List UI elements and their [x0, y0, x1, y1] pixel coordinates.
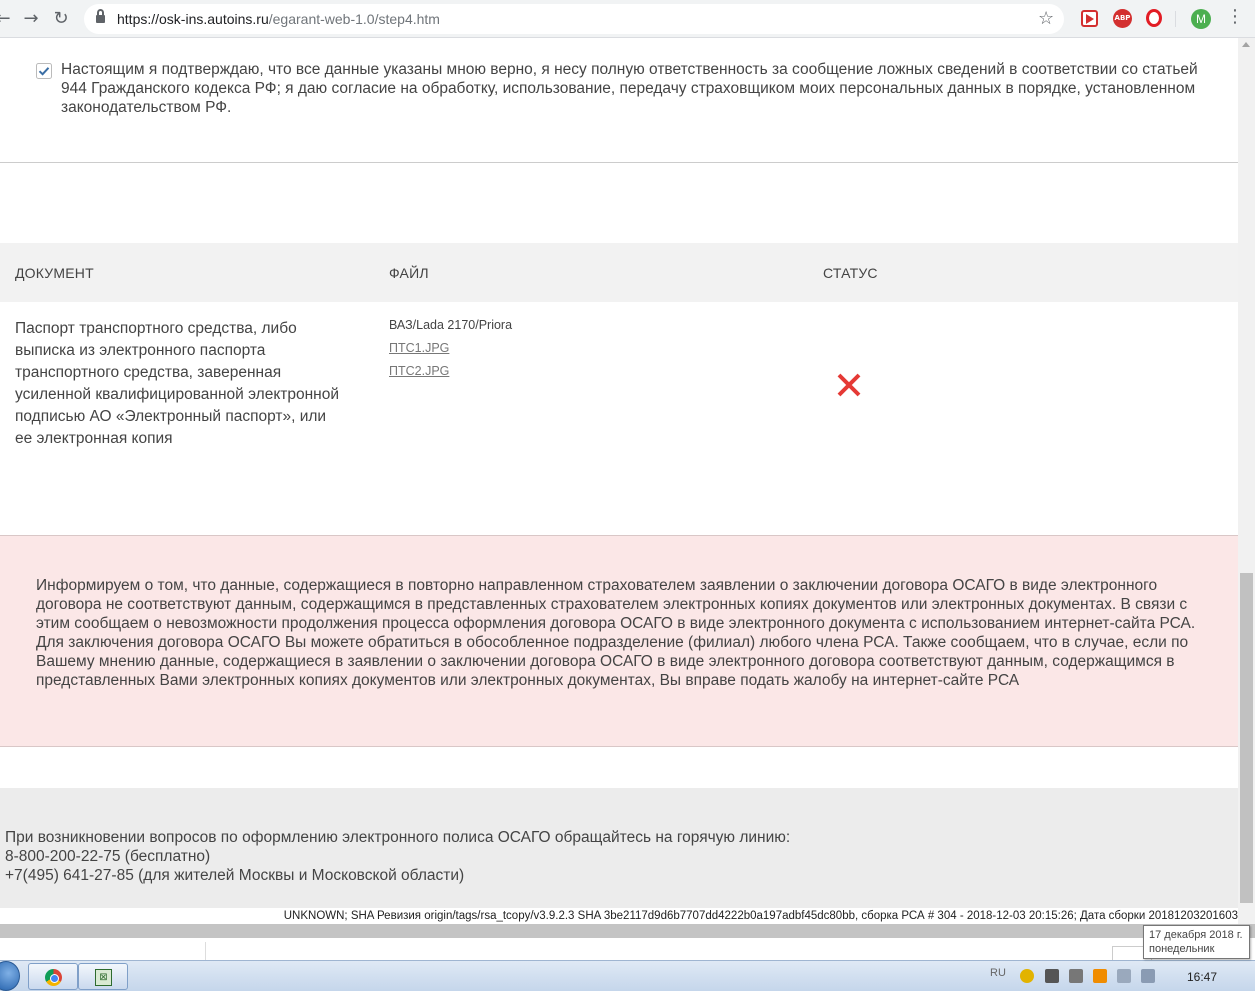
- scroll-thumb[interactable]: [1240, 573, 1253, 903]
- file-cell: ВАЗ/Lada 2170/Priora ПТС1.JPG ПТС2.JPG: [389, 318, 512, 387]
- footer: При возникновении вопросов по оформлению…: [0, 788, 1238, 908]
- file-link-2[interactable]: ПТС2.JPG: [389, 364, 512, 387]
- header-file: ФАЙЛ: [389, 265, 429, 281]
- url-text: https://osk-ins.autoins.ru/egarant-web-1…: [117, 11, 440, 27]
- tooltip-date: 17 декабря 2018 г.: [1149, 929, 1243, 941]
- consent-text: Настоящим я подтверждаю, что все данные …: [61, 61, 1198, 116]
- status-error-icon: [835, 371, 863, 399]
- date-tooltip: 17 декабря 2018 г. понедельник: [1143, 925, 1250, 959]
- vertical-scrollbar[interactable]: [1238, 38, 1255, 924]
- taskbar: ⊠ RU 16:47: [0, 960, 1255, 991]
- bookmark-star-icon[interactable]: ☆: [1038, 8, 1054, 29]
- volume-icon[interactable]: [1117, 969, 1131, 983]
- chrome-icon: [45, 969, 62, 986]
- header-status: СТАТУС: [823, 265, 878, 281]
- hotline-intro: При возникновении вопросов по оформлению…: [5, 829, 791, 846]
- spreadsheet-app-icon: ⊠: [95, 969, 112, 986]
- address-bar[interactable]: https://osk-ins.autoins.ru/egarant-web-1…: [84, 4, 1064, 34]
- build-info: UNKNOWN; SHA Ревизия origin/tags/rsa_tco…: [0, 908, 1238, 924]
- footer-text: При возникновении вопросов по оформлению…: [5, 828, 790, 885]
- alert-text: Информируем о том, что данные, содержащи…: [36, 577, 1196, 689]
- language-indicator[interactable]: RU: [990, 967, 1006, 979]
- document-cell: Паспорт транспортного средства, либо вып…: [15, 320, 340, 447]
- adblock-icon[interactable]: ABP: [1113, 9, 1132, 28]
- vehicle-model: ВАЗ/Lada 2170/Priora: [389, 318, 513, 332]
- horizontal-scrollbar[interactable]: [0, 924, 1255, 938]
- hotline-moscow: +7(495) 641-27-85 (для жителей Москвы и …: [5, 867, 465, 884]
- tray-box-icon[interactable]: [1045, 969, 1059, 983]
- tray-tools-icon[interactable]: [1069, 969, 1083, 983]
- taskbar-chrome[interactable]: [28, 963, 78, 990]
- hotline-free: 8-800-200-22-75 (бесплатно): [5, 848, 211, 865]
- back-icon[interactable]: ←: [0, 8, 14, 30]
- page-content: Настоящим я подтверждаю, что все данные …: [0, 38, 1238, 924]
- forward-icon[interactable]: →: [20, 8, 42, 30]
- table-header: ДОКУМЕНТ ФАЙЛ СТАТУС: [0, 243, 1238, 302]
- reload-icon[interactable]: ↻: [50, 8, 72, 30]
- browser-toolbar: ← → ↻ https://osk-ins.autoins.ru/egarant…: [0, 0, 1255, 38]
- opera-icon[interactable]: [1146, 9, 1162, 27]
- taskbar-clock[interactable]: 16:47: [1187, 970, 1217, 984]
- menu-icon[interactable]: ⋮: [1226, 6, 1244, 27]
- error-alert: Информируем о том, что данные, содержащи…: [0, 535, 1238, 747]
- scroll-up-arrow-icon[interactable]: [1242, 42, 1250, 47]
- window-below: [0, 938, 1255, 960]
- lock-icon: [96, 9, 105, 24]
- profile-avatar[interactable]: M: [1191, 9, 1211, 29]
- tray-app-icon[interactable]: [1020, 969, 1034, 983]
- header-document: ДОКУМЕНТ: [15, 265, 94, 281]
- divider: [0, 162, 1238, 163]
- toolbar-divider: [1175, 11, 1176, 27]
- tray-warning-icon[interactable]: [1093, 969, 1107, 983]
- consent-checkbox[interactable]: [36, 63, 52, 79]
- tooltip-day: понедельник: [1149, 943, 1215, 955]
- network-icon[interactable]: [1141, 969, 1155, 983]
- taskbar-app[interactable]: ⊠: [78, 963, 128, 990]
- file-link-1[interactable]: ПТС1.JPG: [389, 341, 512, 364]
- video-extension-icon[interactable]: [1081, 10, 1098, 27]
- start-button[interactable]: [0, 961, 20, 991]
